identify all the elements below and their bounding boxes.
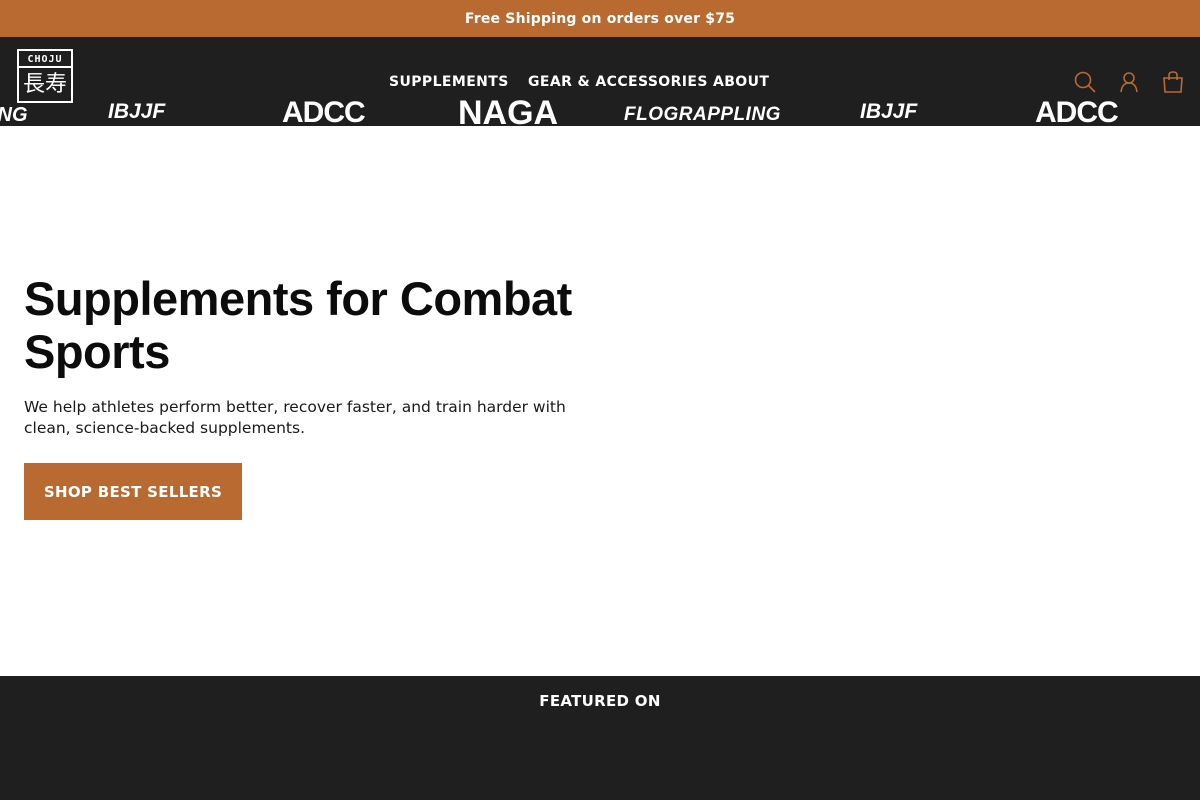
site-logo[interactable]: CHOJU 長寿: [17, 49, 73, 103]
nav-about-link[interactable]: ABOUT: [713, 74, 769, 90]
brand-logo: ADCC: [1035, 96, 1119, 129]
search-button[interactable]: [1073, 70, 1097, 94]
brand-logo: ING: [0, 104, 28, 126]
hero-subtitle: We help athletes perform better, recover…: [24, 398, 566, 437]
account-button[interactable]: [1117, 70, 1141, 94]
featured-on-section: FEATURED ON: [0, 676, 1200, 800]
announcement-text: Free Shipping on orders over $75: [464, 10, 736, 27]
brand-logo: NAGA: [458, 94, 559, 132]
announcement-bar: Free Shipping on orders over $75: [0, 0, 1200, 37]
shop-best-sellers-button[interactable]: SHOP BEST SELLERS: [24, 463, 242, 520]
cart-button[interactable]: [1161, 70, 1185, 94]
account-icon: [1120, 72, 1138, 93]
logo-kanji: 長寿: [22, 72, 67, 97]
cart-icon: [1163, 71, 1183, 93]
logo-wordmark: CHOJU: [19, 52, 71, 68]
hero-title: Supplements for Combat Sports: [24, 272, 572, 378]
brand-logo: IBJJF: [108, 100, 166, 123]
brand-logo: IBJJF: [860, 100, 918, 123]
hero-section: Supplements for Combat Sports We help at…: [0, 126, 1200, 676]
brand-logo: FLOGRAPPLING: [624, 104, 781, 125]
site-header: CHOJU 長寿 SUPPLEMENTS GEAR & ACCESSORIES …: [0, 37, 1200, 126]
brand-logo: ADCC: [282, 96, 366, 129]
featured-title: FEATURED ON: [539, 692, 661, 710]
nav-supplements-link[interactable]: SUPPLEMENTS: [389, 74, 509, 90]
search-icon: [1074, 71, 1096, 93]
nav-gear-link[interactable]: GEAR & ACCESSORIES: [528, 74, 708, 90]
